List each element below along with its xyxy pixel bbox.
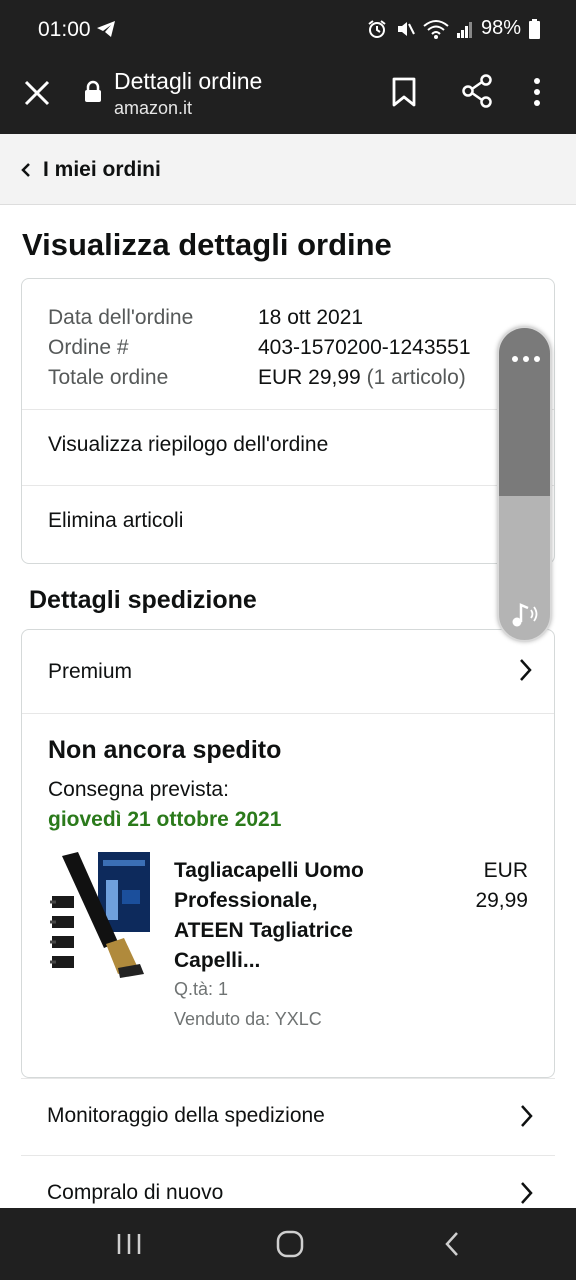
status-bar: 01:00 98%: [0, 0, 576, 60]
page-tab-title: Dettagli ordine: [114, 68, 263, 94]
battery-percent: 98%: [480, 17, 521, 39]
product-title-line: Tagliacapelli Uomo: [174, 859, 364, 882]
breadcrumb-label[interactable]: I miei ordini: [43, 158, 161, 182]
product-title-line: Capelli...: [174, 949, 261, 972]
divider: [22, 713, 554, 714]
buy-again-label: Compralo di nuovo: [47, 1181, 224, 1204]
product-price: EUR 29,99: [452, 856, 528, 916]
delete-items-link[interactable]: Elimina articoli: [48, 509, 183, 533]
more-dots-icon[interactable]: [511, 350, 541, 362]
recent-apps-icon[interactable]: [116, 1232, 142, 1261]
close-icon[interactable]: [20, 76, 54, 110]
chevron-right-icon: [519, 1104, 533, 1133]
telegram-icon: [96, 20, 116, 43]
product-seller: Venduto da: YXLC: [174, 1009, 322, 1029]
order-item-count: (1 articolo): [366, 366, 466, 389]
product-title-line: Professionale,: [174, 889, 318, 912]
battery-icon: [529, 18, 540, 39]
order-total-value: EUR 29,99: [258, 366, 361, 389]
signal-icon: [456, 20, 473, 38]
product-image[interactable]: [48, 850, 152, 980]
track-shipment-label: Monitoraggio della spedizione: [47, 1104, 325, 1127]
order-total-row: EUR 29,99 (1 articolo): [258, 363, 471, 393]
chevron-right-icon[interactable]: [518, 658, 532, 687]
status-indicators: 98%: [367, 17, 540, 40]
view-order-summary-link[interactable]: Visualizza riepilogo dell'ordine: [48, 433, 328, 457]
shipment-status: Non ancora spedito: [48, 736, 282, 764]
breadcrumb[interactable]: I miei ordini: [0, 134, 576, 205]
price-currency: EUR: [483, 859, 528, 882]
delivery-label: Consegna prevista:: [48, 778, 229, 801]
back-icon[interactable]: [442, 1230, 462, 1263]
order-total-label: Totale ordine: [48, 366, 169, 389]
product-title-line: ATEEN Tagliatrice: [174, 919, 353, 942]
delivery-date: giovedì 21 ottobre 2021: [48, 808, 282, 831]
lock-icon[interactable]: [84, 80, 102, 109]
summary-labels: Data dell'ordine Ordine # Totale ordine: [48, 303, 193, 393]
product-quantity: Q.tà: 1: [174, 979, 229, 999]
shipment-section-title: Dettagli spedizione: [29, 586, 257, 614]
product-title[interactable]: Tagliacapelli Uomo Professionale, ATEEN …: [174, 856, 414, 976]
shipping-type-link[interactable]: Premium: [48, 660, 132, 684]
music-note-icon[interactable]: [510, 602, 540, 633]
order-date-value: 18 ott 2021: [258, 306, 364, 329]
order-number-value: 403-1570200-1243551: [258, 336, 471, 359]
more-options-icon[interactable]: [532, 76, 542, 113]
share-icon[interactable]: [461, 74, 493, 113]
order-number-label: Ordine #: [48, 336, 129, 359]
wifi-icon: [423, 19, 449, 39]
order-date-label: Data dell'ordine: [48, 306, 194, 329]
summary-values: 18 ott 2021 403-1570200-1243551 EUR 29,9…: [258, 303, 471, 393]
chevron-left-icon: [20, 162, 32, 183]
page-title: Visualizza dettagli ordine: [22, 227, 392, 262]
floating-volume-panel[interactable]: [497, 326, 552, 642]
home-icon[interactable]: [276, 1230, 304, 1263]
alarm-icon: [367, 19, 387, 39]
bookmark-icon[interactable]: [390, 76, 418, 113]
price-amount: 29,99: [475, 889, 528, 912]
browser-toolbar: Dettagli ordine amazon.it: [0, 60, 576, 134]
order-summary-card: Data dell'ordine Ordine # Totale ordine …: [21, 278, 555, 564]
url-text[interactable]: amazon.it: [114, 98, 192, 119]
chevron-right-icon: [519, 1181, 533, 1210]
track-shipment-row[interactable]: Monitoraggio della spedizione: [21, 1078, 555, 1156]
divider: [22, 485, 554, 486]
system-nav-bar: [0, 1208, 576, 1280]
shipment-card: Premium Non ancora spedito Consegna prev…: [21, 629, 555, 1078]
status-time: 01:00: [38, 18, 91, 41]
mute-icon: [395, 19, 415, 39]
divider: [22, 409, 554, 410]
